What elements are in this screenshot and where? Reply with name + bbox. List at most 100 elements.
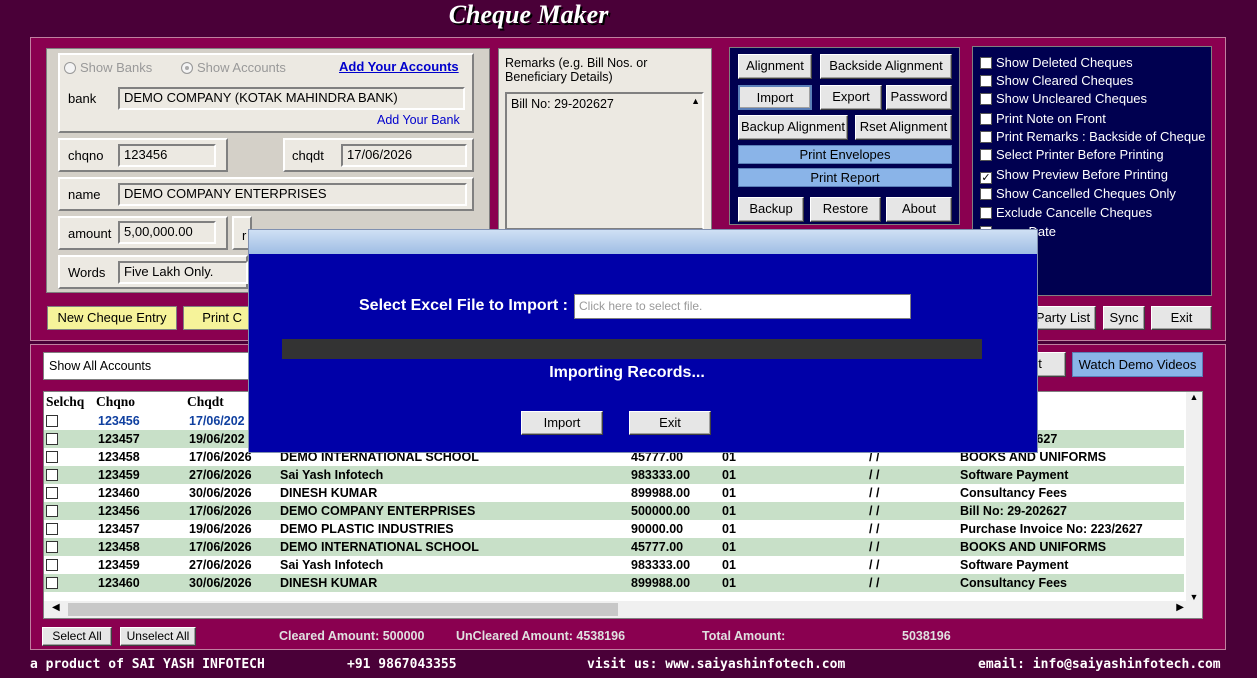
dialog-titlebar[interactable] [249,230,1037,254]
backup-button[interactable]: Backup [738,197,804,222]
show-banks-radio[interactable]: Show Banks [64,60,152,76]
alignment-button[interactable]: Alignment [738,54,812,79]
print-envelopes-button[interactable]: Print Envelopes [738,145,952,164]
name-field[interactable]: DEMO COMPANY ENTERPRISES [118,183,467,206]
row-checkbox[interactable] [46,469,58,481]
option-show-preview[interactable]: ✓ Show Preview Before Printing [980,167,1208,186]
words-field[interactable]: Five Lakh Only. [118,261,248,284]
restore-button[interactable]: Restore [810,197,881,222]
total-amount-value: 5038196 [902,629,951,643]
table-row[interactable]: 123458 17/06/2026 DEMO INTERNATIONAL SCHOO… [44,538,1184,556]
cell-chqdt: 17/06/2026 [189,504,252,518]
cell-chqno: 123456 [98,414,140,428]
cell-chqno: 123459 [98,558,140,572]
row-checkbox[interactable] [46,451,58,463]
option-exclude-cancelled[interactable]: Exclude Cancelle Cheques [980,205,1208,224]
row-checkbox[interactable] [46,415,58,427]
row-checkbox[interactable] [46,433,58,445]
words-label: Words [68,265,106,280]
dialog-exit-button[interactable]: Exit [629,411,711,435]
print-report-button[interactable]: Print Report [738,168,952,187]
horizontal-scrollbar[interactable]: ◀ ▶ [44,601,1202,618]
row-checkbox[interactable] [46,523,58,535]
cell-cleared-date: / / [869,558,880,572]
header-selchq[interactable]: Selchq [46,392,84,412]
row-checkbox[interactable] [46,577,58,589]
print-cheque-button[interactable]: Print C [183,306,249,330]
sync-button[interactable]: Sync [1103,306,1145,330]
chqno-field[interactable]: 123456 [118,144,216,167]
row-checkbox[interactable] [46,559,58,571]
backup-alignment-button[interactable]: Backup Alignment [738,115,848,140]
option-select-printer[interactable]: Select Printer Before Printing [980,147,1208,167]
option-show-uncleared[interactable]: Show Uncleared Cheques [980,91,1208,111]
option-label: Show Preview Before Printing [996,167,1168,182]
cell-code: 01 [722,558,736,572]
add-your-accounts-link[interactable]: Add Your Accounts [339,59,459,74]
option-label: Show Deleted Cheques [996,55,1133,70]
scroll-thumb[interactable] [68,603,618,616]
remarks-field[interactable]: Bill No: 29-202627 ▲ [505,92,704,230]
option-label: Show Uncleared Cheques [996,91,1148,106]
table-row[interactable]: 123460 30/06/2026 DINESH KUMAR 899988.00 01 /… [44,574,1184,592]
cleared-amount: Cleared Amount: 500000 [279,629,425,643]
row-checkbox[interactable] [46,487,58,499]
party-list-button[interactable]: Party List [1030,306,1096,330]
import-progress-bar [282,339,982,359]
option-show-cancelled[interactable]: Show Cancelled Cheques Only [980,186,1208,205]
table-row[interactable]: 123457 19/06/2026 DEMO PLASTIC INDUSTRIES 9… [44,520,1184,538]
backside-alignment-button[interactable]: Backside Alignment [820,54,952,79]
scroll-right-icon[interactable]: ▶ [1176,602,1184,613]
footer-visit[interactable]: visit us: www.saiyashinfotech.com [587,657,845,672]
cell-chqno: 123460 [98,486,140,500]
vertical-scrollbar[interactable]: ▲ ▼ [1186,392,1202,602]
cell-name: Sai Yash Infotech [280,468,384,482]
dialog-import-button[interactable]: Import [521,411,603,435]
account-filter-select[interactable]: Show All Accounts [43,352,253,380]
table-row[interactable]: 123456 17/06/2026 DEMO COMPANY ENTERPRISES… [44,502,1184,520]
scroll-left-icon[interactable]: ◀ [52,602,60,613]
remarks-scroll-up-icon[interactable]: ▲ [691,96,700,106]
chqdt-field[interactable]: 17/06/2026 [341,144,467,167]
cell-chqdt: 17/06/2026 [189,540,252,554]
option-label: Exclude Cancelle Cheques [996,205,1153,220]
option-print-note[interactable]: Print Note on Front [980,111,1208,129]
file-input[interactable]: Click here to select file. [574,294,911,319]
bank-label: bank [68,91,97,106]
amount-field[interactable]: 5,00,000.00 [118,221,216,244]
about-button[interactable]: About [886,197,952,222]
checkbox-icon [980,149,992,161]
cell-amount: 899988.00 [631,486,691,500]
table-row[interactable]: 123460 30/06/2026 DINESH KUMAR 899988.00 01 /… [44,484,1184,502]
new-cheque-entry-button[interactable]: New Cheque Entry [47,306,177,330]
export-button[interactable]: Export [820,85,882,110]
header-chqdt[interactable]: Chqdt [187,392,224,412]
option-show-deleted[interactable]: Show Deleted Cheques [980,55,1208,73]
cell-code: 01 [722,522,736,536]
checkbox-icon [980,75,992,87]
cell-name: DEMO COMPANY ENTERPRISES [280,504,476,518]
table-row[interactable]: 123459 27/06/2026 Sai Yash Infotech 983333.… [44,466,1184,484]
option-print-remarks[interactable]: Print Remarks : Backside of Cheque [980,129,1208,147]
cell-code: 01 [722,486,736,500]
uncleared-amount: UnCleared Amount: 4538196 [456,629,626,643]
footer-email[interactable]: email: info@saiyashinfotech.com [978,657,1221,672]
show-accounts-radio[interactable]: Show Accounts [181,60,286,76]
row-checkbox[interactable] [46,541,58,553]
row-checkbox[interactable] [46,505,58,517]
option-show-cleared[interactable]: Show Cleared Cheques [980,73,1208,91]
bank-field[interactable]: DEMO COMPANY (KOTAK MAHINDRA BANK) [118,87,465,110]
add-your-bank-link[interactable]: Add Your Bank [377,113,460,127]
import-button[interactable]: Import [738,85,812,110]
watch-demo-videos-button[interactable]: Watch Demo Videos [1072,352,1203,377]
password-button[interactable]: Password [886,85,952,110]
header-chqno[interactable]: Chqno [96,392,135,412]
import-dialog: Select Excel File to Import : Click here… [248,229,1038,453]
exit-button[interactable]: Exit [1151,306,1212,330]
scroll-up-icon[interactable]: ▲ [1186,392,1202,402]
checkbox-icon [980,188,992,200]
check-icon: ✓ [980,172,992,184]
reset-alignment-button[interactable]: Rset Alignment [855,115,952,140]
table-row[interactable]: 123459 27/06/2026 Sai Yash Infotech 983333.… [44,556,1184,574]
cell-cleared-date: / / [869,540,880,554]
